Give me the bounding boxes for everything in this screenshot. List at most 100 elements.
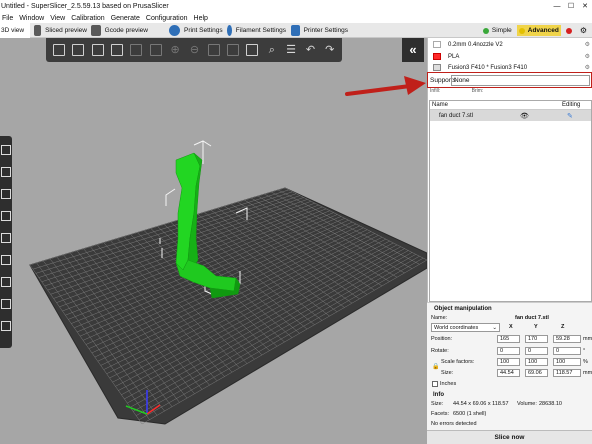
scale-z-input[interactable]: 100 — [553, 358, 581, 366]
lock-icon[interactable]: 🔒 — [432, 363, 439, 370]
size-label: Size: — [441, 370, 454, 376]
mode-advanced[interactable]: Advanced — [516, 25, 561, 36]
delete-all-button[interactable] — [91, 42, 105, 58]
3d-viewport[interactable]: ⊕ ⊖ ⌕ ☰ ↶ ↷ « — [0, 38, 427, 444]
minimize-button[interactable]: — — [550, 0, 564, 13]
column-name[interactable]: Name — [430, 102, 448, 108]
gizmo-toolbar — [0, 136, 12, 348]
remove-instance-button[interactable]: ⊖ — [187, 42, 201, 58]
info-title: Info — [433, 392, 444, 398]
object-name: fan duct 7.stl — [439, 112, 474, 119]
delete-button[interactable] — [71, 42, 85, 58]
mode-expert[interactable] — [565, 27, 575, 34]
size-unit: mm — [583, 370, 592, 376]
redo-button[interactable]: ↷ — [323, 42, 337, 58]
edit-printer-icon[interactable]: ⚙ — [585, 64, 590, 71]
list-item[interactable]: fan duct 7.stl 👁 ✎ — [430, 110, 591, 121]
object-name-value: fan duct 7.stl — [515, 315, 549, 321]
copy-button[interactable] — [129, 42, 143, 58]
rotate-z-input[interactable]: 0 — [553, 347, 581, 355]
close-button[interactable]: ✕ — [578, 0, 592, 13]
infill-label: Infill: — [430, 88, 441, 94]
maximize-button[interactable]: ☐ — [564, 0, 578, 13]
settings-icon[interactable]: ⚙ — [580, 26, 587, 35]
tab-sliced-preview[interactable]: Sliced preview — [31, 23, 87, 38]
supports-select[interactable]: None — [451, 74, 590, 86]
rotate-label: Rotate: — [431, 348, 449, 354]
tab-3d-view[interactable]: 3D view — [0, 23, 30, 38]
split-parts-button[interactable] — [226, 42, 240, 58]
move-tool-icon[interactable] — [0, 142, 12, 158]
tab-filament-settings[interactable]: Filament Settings — [224, 23, 286, 38]
edit-preset-icon[interactable]: ⚙ — [585, 41, 590, 48]
seam-paint-icon[interactable] — [0, 274, 12, 290]
minus-circle-icon: ⊖ — [189, 44, 200, 56]
eye-icon[interactable]: 👁 — [520, 112, 529, 120]
coordinates-select[interactable]: World coordinates ⌄ — [431, 323, 500, 332]
hollow-tool-icon[interactable] — [0, 318, 12, 334]
window-title: Untitled - SuperSlicer_2.5.59.13 based o… — [1, 3, 169, 10]
search-button[interactable]: ⌕ — [265, 42, 279, 58]
position-unit: mm — [583, 336, 592, 342]
mm-segmentation-icon[interactable] — [0, 296, 12, 312]
spool-icon — [227, 25, 232, 36]
menu-configuration[interactable]: Configuration — [144, 15, 192, 22]
info-errors: No errors detected — [431, 421, 477, 427]
tab-print-settings[interactable]: Print Settings — [166, 23, 224, 38]
position-z-input[interactable]: 59.28 — [553, 335, 581, 343]
place-on-face-icon[interactable] — [0, 208, 12, 224]
position-y-input[interactable]: 170 — [525, 335, 548, 343]
tab-printer-settings[interactable]: Printer Settings — [288, 23, 348, 38]
size-y-input[interactable]: 69.06 — [525, 369, 548, 377]
menu-window[interactable]: Window — [17, 15, 48, 22]
tab-bar: 3D view Sliced preview Gcode preview Pri… — [0, 23, 592, 38]
cut-tool-icon[interactable] — [0, 230, 12, 246]
paste-button[interactable] — [149, 42, 163, 58]
arrange-button[interactable] — [110, 42, 124, 58]
scale-x-input[interactable]: 100 — [497, 358, 520, 366]
info-volume-value: 28638.10 — [539, 401, 562, 407]
add-object-button[interactable] — [52, 42, 66, 58]
undo-button[interactable]: ↶ — [303, 42, 317, 58]
scale-tool-icon[interactable] — [0, 164, 12, 180]
rotate-tool-icon[interactable] — [0, 186, 12, 202]
menu-file[interactable]: File — [0, 15, 17, 22]
rotate-y-input[interactable]: 0 — [525, 347, 548, 355]
support-paint-icon[interactable] — [0, 252, 12, 268]
collapse-sidebar-button[interactable]: « — [402, 38, 424, 62]
menu-generate[interactable]: Generate — [109, 15, 144, 22]
layers-button[interactable]: ☰ — [284, 42, 298, 58]
info-size-label: Size: — [431, 401, 444, 407]
print-preset-row[interactable]: 0.2mm 0.4nozzle V2 ⚙ — [428, 39, 592, 50]
brim-label: Brim: — [471, 88, 484, 94]
add-instance-button[interactable]: ⊕ — [168, 42, 182, 58]
mode-simple[interactable]: Simple — [482, 27, 512, 34]
split-objects-button[interactable] — [207, 42, 221, 58]
menu-calibration[interactable]: Calibration — [69, 15, 108, 22]
column-editing[interactable]: Editing — [562, 102, 580, 108]
size-x-input[interactable]: 44.54 — [497, 369, 520, 377]
slice-now-button[interactable]: Slice now — [427, 430, 592, 444]
object-manipulation-panel: Object manipulation Name: fan duct 7.stl… — [427, 302, 592, 390]
size-z-input[interactable]: 118.57 — [553, 369, 581, 377]
inches-checkbox[interactable] — [432, 381, 438, 387]
object-list-header: Name Editing — [430, 101, 591, 110]
mode-switcher: Simple Advanced ⚙ — [482, 23, 592, 38]
search-icon: ⌕ — [268, 44, 275, 56]
tab-gcode-preview[interactable]: Gcode preview — [88, 23, 148, 38]
gcode-icon — [91, 25, 101, 36]
edit-filament-icon[interactable]: ⚙ — [585, 53, 590, 60]
layer-editing-button[interactable] — [245, 42, 259, 58]
info-size-value: 44.54 x 69.06 x 118.57 — [453, 401, 509, 407]
3d-scene[interactable] — [0, 38, 427, 444]
name-label: Name: — [431, 315, 448, 321]
scale-y-input[interactable]: 100 — [525, 358, 548, 366]
menu-help[interactable]: Help — [192, 15, 212, 22]
scale-label: Scale factors: — [441, 359, 475, 365]
position-x-input[interactable]: 165 — [497, 335, 520, 343]
info-facets-value: 6500 (1 shell) — [453, 411, 487, 417]
edit-icon[interactable]: ✎ — [567, 112, 573, 120]
menu-view[interactable]: View — [48, 15, 69, 22]
rotate-x-input[interactable]: 0 — [497, 347, 520, 355]
filament-preset-row[interactable]: PLA ⚙ — [428, 51, 592, 62]
